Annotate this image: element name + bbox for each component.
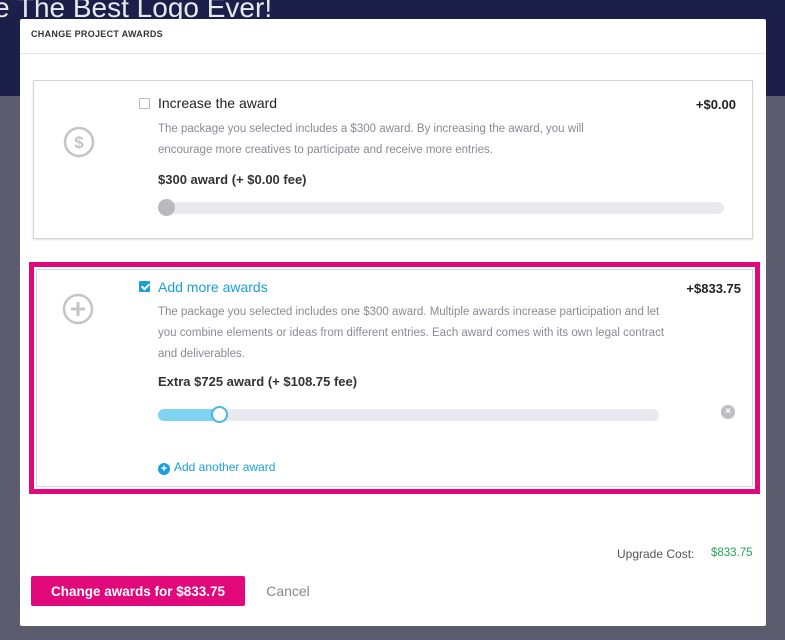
extra-award-slider-thumb[interactable] bbox=[211, 406, 228, 423]
change-awards-button[interactable]: Change awards for $833.75 bbox=[31, 576, 245, 606]
add-more-awards-description: The package you selected includes one $3… bbox=[158, 306, 665, 360]
remove-award-icon[interactable]: × bbox=[721, 405, 735, 419]
dollar-circle-icon: $ bbox=[63, 126, 95, 158]
cancel-button[interactable]: Cancel bbox=[256, 576, 320, 606]
add-more-awards-amount: +$833.75 bbox=[686, 281, 741, 296]
increase-award-slider-track[interactable] bbox=[158, 202, 724, 214]
upgrade-cost-label: Upgrade Cost: bbox=[617, 547, 695, 561]
add-more-awards-card: Add more awards +$833.75 The package you… bbox=[29, 262, 760, 494]
increase-award-card: $ Increase the award +$0.00 The package … bbox=[33, 80, 753, 239]
change-awards-modal: CHANGE PROJECT AWARDS $ Increase the awa… bbox=[20, 19, 766, 626]
add-more-awards-checkbox[interactable] bbox=[139, 281, 150, 292]
increase-award-title[interactable]: Increase the award bbox=[158, 95, 277, 111]
add-another-award-link[interactable]: + Add another award bbox=[158, 460, 275, 475]
increase-award-slider-label: $300 award (+ $0.00 fee) bbox=[158, 172, 307, 187]
add-another-award-label: Add another award bbox=[174, 460, 276, 474]
add-circle-icon: + bbox=[158, 463, 170, 475]
modal-header: CHANGE PROJECT AWARDS bbox=[20, 19, 766, 54]
increase-award-amount: +$0.00 bbox=[695, 97, 736, 112]
extra-award-slider-track[interactable] bbox=[158, 409, 659, 421]
svg-text:$: $ bbox=[74, 133, 84, 152]
upgrade-cost-value: $833.75 bbox=[711, 547, 753, 559]
modal-title: CHANGE PROJECT AWARDS bbox=[31, 29, 163, 39]
add-more-awards-title[interactable]: Add more awards bbox=[158, 279, 268, 295]
increase-award-slider-thumb[interactable] bbox=[158, 199, 175, 216]
extra-award-slider-label: Extra $725 award (+ $108.75 fee) bbox=[158, 374, 358, 389]
increase-award-description: The package you selected includes a $300… bbox=[158, 123, 584, 156]
plus-circle-icon bbox=[62, 293, 94, 325]
increase-award-checkbox[interactable] bbox=[139, 98, 150, 109]
